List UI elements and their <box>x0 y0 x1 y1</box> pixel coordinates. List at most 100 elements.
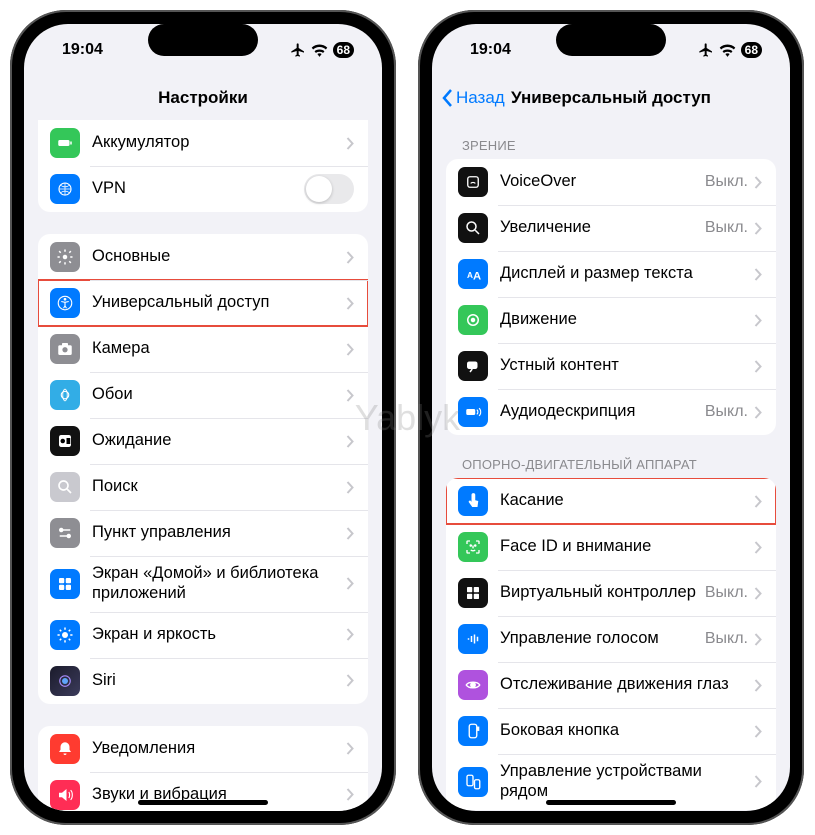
row-label: VPN <box>92 179 304 199</box>
wallpaper-icon <box>50 380 80 410</box>
row-label: Устный контент <box>500 356 754 376</box>
row-label: Пункт управления <box>92 523 346 543</box>
wifi-icon <box>719 44 736 57</box>
toggle-vpn[interactable] <box>304 174 354 204</box>
airplane-icon <box>290 42 306 58</box>
row-label: Ожидание <box>92 431 346 451</box>
home-indicator[interactable] <box>546 800 676 805</box>
row-battery[interactable]: Аккумулятор <box>38 120 368 166</box>
row-motion[interactable]: Движение <box>446 297 776 343</box>
chevron-right-icon <box>754 679 762 692</box>
row-eye-tracking[interactable]: Отслеживание движения глаз <box>446 662 776 708</box>
row-label: Увеличение <box>500 218 705 238</box>
row-control-center[interactable]: Пункт управления <box>38 510 368 556</box>
svg-text:A: A <box>467 271 473 280</box>
row-switch[interactable]: Виртуальный контроллерВыкл. <box>446 570 776 616</box>
row-faceid[interactable]: Face ID и внимание <box>446 524 776 570</box>
chevron-left-icon <box>442 88 454 108</box>
chevron-right-icon <box>346 137 354 150</box>
row-spoken[interactable]: Устный контент <box>446 343 776 389</box>
row-label: Управление устройствами рядом <box>500 762 754 802</box>
navbar-right: Назад Универсальный доступ <box>432 76 790 120</box>
wifi-icon <box>311 44 328 57</box>
faceid-icon <box>458 532 488 562</box>
content-right[interactable]: ЗРЕНИЕ VoiceOverВыкл.УвеличениеВыкл.AAДи… <box>432 120 790 811</box>
status-right: 68 <box>698 42 762 58</box>
home-indicator[interactable] <box>138 800 268 805</box>
row-label: Камера <box>92 339 346 359</box>
row-audiodesc[interactable]: АудиодескрипцияВыкл. <box>446 389 776 435</box>
spoken-icon <box>458 351 488 381</box>
chevron-right-icon <box>754 406 762 419</box>
row-vpn[interactable]: VPN <box>38 166 368 212</box>
row-display-text[interactable]: AAДисплей и размер текста <box>446 251 776 297</box>
chevron-right-icon <box>754 314 762 327</box>
row-voice-ctrl[interactable]: Управление голосомВыкл. <box>446 616 776 662</box>
back-button[interactable]: Назад <box>442 88 505 108</box>
search-icon <box>50 472 80 502</box>
group-vision: VoiceOverВыкл.УвеличениеВыкл.AAДисплей и… <box>446 159 776 435</box>
page-title: Настройки <box>158 88 248 108</box>
row-label: Поиск <box>92 477 346 497</box>
row-touch[interactable]: Касание <box>446 478 776 524</box>
row-value: Выкл. <box>705 173 748 191</box>
row-zoom[interactable]: УвеличениеВыкл. <box>446 205 776 251</box>
row-accessibility[interactable]: Универсальный доступ <box>38 280 368 326</box>
zoom-icon <box>458 213 488 243</box>
row-voiceover[interactable]: VoiceOverВыкл. <box>446 159 776 205</box>
chevron-right-icon <box>754 775 762 788</box>
row-value: Выкл. <box>705 219 748 237</box>
screen-right: 19:04 68 Назад Универсальный доступ ЗРЕН… <box>432 24 790 811</box>
airplane-icon <box>698 42 714 58</box>
row-notifications[interactable]: Уведомления <box>38 726 368 772</box>
phone-left: 19:04 68 Настройки АккумуляторVPN Основн… <box>10 10 396 825</box>
chevron-right-icon <box>346 527 354 540</box>
page-title: Универсальный доступ <box>511 88 711 108</box>
group-motor: Касание Face ID и внимание Виртуальный кон… <box>446 478 776 810</box>
row-display[interactable]: Экран и яркость <box>38 612 368 658</box>
motion-icon <box>458 305 488 335</box>
row-label: Уведомления <box>92 739 346 759</box>
section-vision: ЗРЕНИЕ <box>432 120 790 159</box>
section-motor: ОПОРНО-ДВИГАТЕЛЬНЫЙ АППАРАТ <box>432 457 790 478</box>
row-label: Экран «Домой» и библиотека приложений <box>92 564 346 604</box>
row-label: Боковая кнопка <box>500 721 754 741</box>
row-search[interactable]: Поиск <box>38 464 368 510</box>
chevron-right-icon <box>754 541 762 554</box>
row-wallpaper[interactable]: Обои <box>38 372 368 418</box>
voiceover-icon <box>458 167 488 197</box>
row-camera[interactable]: Камера <box>38 326 368 372</box>
general-icon <box>50 242 80 272</box>
audiodesc-icon <box>458 397 488 427</box>
chevron-right-icon <box>346 577 354 590</box>
chevron-right-icon <box>346 674 354 687</box>
row-siri[interactable]: Siri <box>38 658 368 704</box>
row-general[interactable]: Основные <box>38 234 368 280</box>
chevron-right-icon <box>754 495 762 508</box>
row-label: Siri <box>92 671 346 691</box>
accessibility-icon <box>50 288 80 318</box>
eye-tracking-icon <box>458 670 488 700</box>
notifications-icon <box>50 734 80 764</box>
row-sounds[interactable]: Звуки и вибрация <box>38 772 368 811</box>
chevron-right-icon <box>754 176 762 189</box>
row-value: Выкл. <box>705 584 748 602</box>
row-label: VoiceOver <box>500 172 705 192</box>
row-side-button[interactable]: Боковая кнопка <box>446 708 776 754</box>
chevron-right-icon <box>346 297 354 310</box>
chevron-right-icon <box>346 788 354 801</box>
content-left[interactable]: Аккумулятор VPN ОсновныеУниверсальный дос… <box>24 120 382 811</box>
camera-icon <box>50 334 80 364</box>
status-time: 19:04 <box>470 41 511 59</box>
row-home-screen[interactable]: Экран «Домой» и библиотека приложений <box>38 556 368 612</box>
touch-icon <box>458 486 488 516</box>
switch-icon <box>458 578 488 608</box>
chevron-right-icon <box>754 725 762 738</box>
chevron-right-icon <box>754 222 762 235</box>
row-label: Face ID и внимание <box>500 537 754 557</box>
side-button-icon <box>458 716 488 746</box>
group-general: ОсновныеУниверсальный доступ Камера Обои Ож… <box>38 234 368 704</box>
row-standby[interactable]: Ожидание <box>38 418 368 464</box>
battery-badge: 68 <box>333 42 354 58</box>
dynamic-island <box>556 24 666 56</box>
